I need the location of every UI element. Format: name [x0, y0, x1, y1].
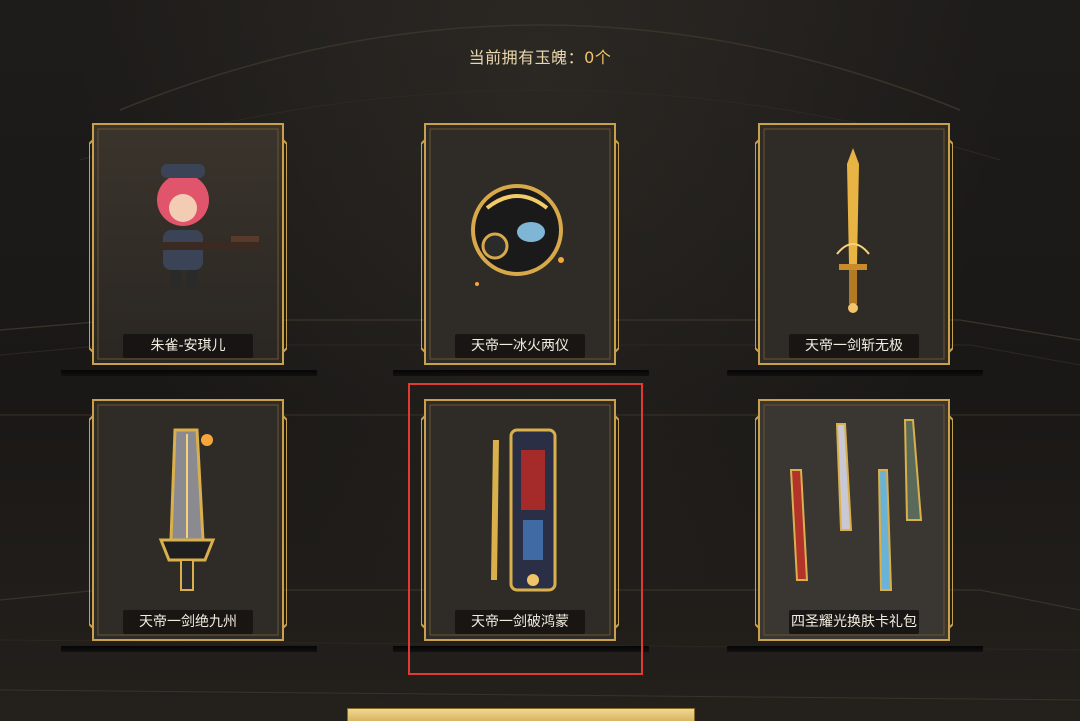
card-label: 天帝一剑绝九州: [123, 610, 253, 634]
currency-label: 当前拥有玉魄：: [468, 48, 585, 67]
golden-greatsword-icon: [158, 428, 216, 591]
card-label: 四圣耀光换肤卡礼包: [789, 610, 919, 634]
card-label: 朱雀-安琪儿: [123, 334, 253, 358]
redeem-page: 当前拥有玉魄：0个 朱雀-安琪儿 天帝一冰火两仪 天帝一剑斩无极 天帝一剑绝九州…: [0, 0, 1080, 721]
reward-card-2[interactable]: 天帝一冰火两仪: [393, 120, 649, 376]
card-label: 天帝一冰火两仪: [455, 334, 585, 358]
card-base: [393, 370, 649, 376]
card-label: 天帝一剑斩无极: [789, 334, 919, 358]
selection-highlight: [408, 383, 643, 675]
reward-card-4[interactable]: 天帝一剑绝九州: [61, 396, 317, 652]
golden-sword-icon: [836, 148, 870, 313]
card-base: [61, 646, 317, 652]
card-base: [727, 646, 983, 652]
currency-count: 0个: [584, 48, 612, 67]
card-base: [61, 370, 317, 376]
four-weapons-icon: [789, 419, 923, 591]
helmet-orb-icon: [471, 184, 564, 286]
page-title: 当前拥有玉魄：0个: [0, 44, 1080, 68]
reward-card-3[interactable]: 天帝一剑斩无极: [727, 120, 983, 376]
card-base: [727, 370, 983, 376]
reward-card-6[interactable]: 四圣耀光换肤卡礼包: [727, 396, 983, 652]
character-girl-with-rifle-icon: [157, 164, 261, 290]
bottom-action-button[interactable]: [347, 708, 695, 721]
reward-card-1[interactable]: 朱雀-安琪儿: [61, 120, 317, 376]
